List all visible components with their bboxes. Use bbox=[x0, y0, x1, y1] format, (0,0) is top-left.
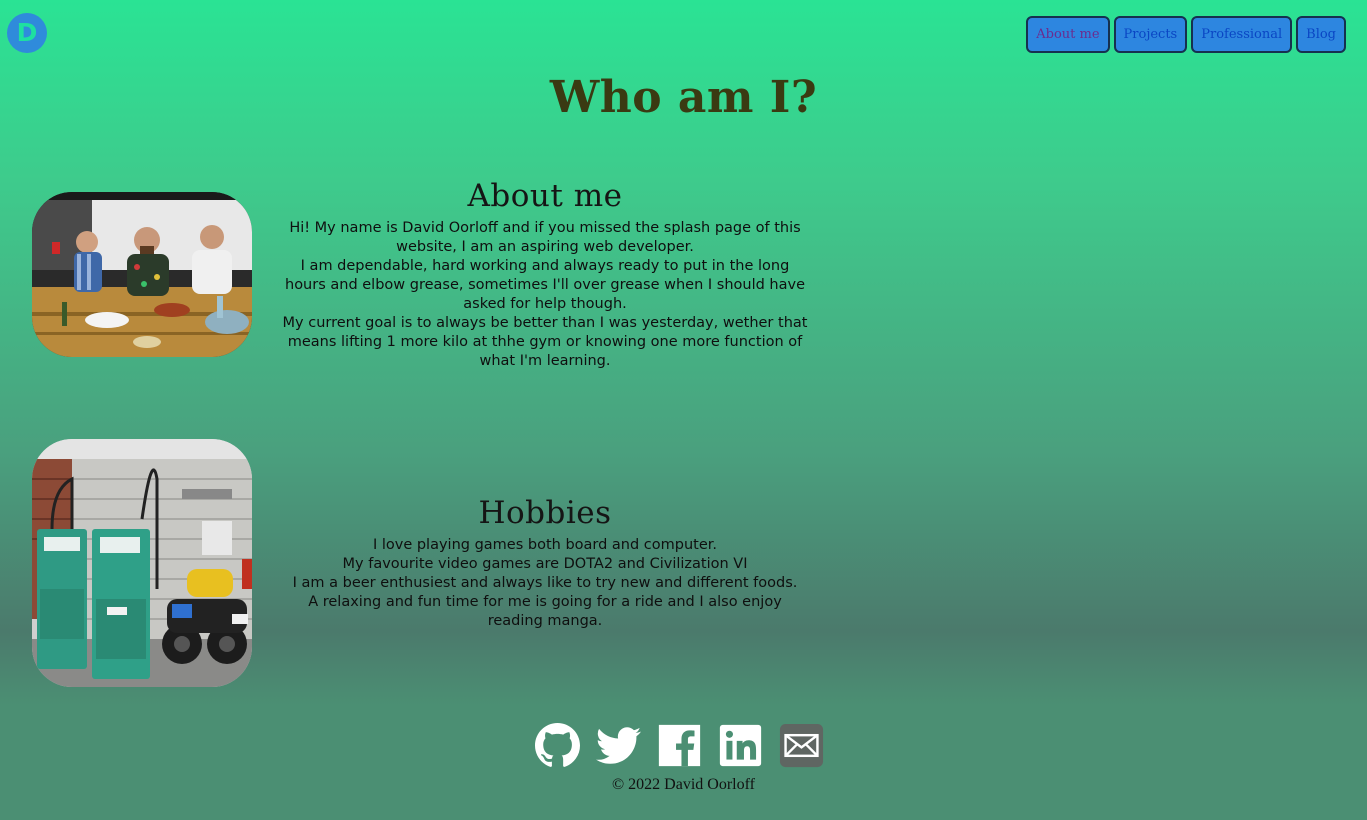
nav-blog-button[interactable]: Blog bbox=[1296, 16, 1346, 53]
hobbies-paragraph-2: My favourite video games are DOTA2 and C… bbox=[342, 556, 748, 572]
github-icon[interactable] bbox=[535, 723, 580, 768]
about-me-heading: About me bbox=[467, 178, 623, 214]
about-paragraph-1: Hi! My name is David Oorloff and if you … bbox=[289, 220, 801, 255]
social-links bbox=[535, 723, 824, 768]
about-paragraph-2: I am dependable, hard working and always… bbox=[285, 258, 805, 312]
copyright-text: © 2022 David Oorloff bbox=[612, 776, 755, 793]
nav-professional-button[interactable]: Professional bbox=[1191, 16, 1293, 53]
page-title: Who am I? bbox=[549, 72, 818, 123]
hobbies-heading: Hobbies bbox=[478, 495, 612, 531]
hobbies-section: Hobbies I love playing games both board … bbox=[280, 495, 810, 631]
linkedin-icon[interactable] bbox=[718, 723, 763, 768]
logo[interactable]: D bbox=[7, 13, 47, 53]
nav-projects-button[interactable]: Projects bbox=[1113, 16, 1188, 53]
hobbies-paragraph-3: I am a beer enthusiest and always like t… bbox=[292, 575, 798, 591]
twitter-icon[interactable] bbox=[596, 723, 641, 768]
friends-dinner-photo bbox=[32, 192, 252, 357]
nav-about-me-button[interactable]: About me bbox=[1026, 16, 1110, 53]
hobbies-paragraph-4: A relaxing and fun time for me is going … bbox=[308, 594, 782, 629]
main-nav: About me Projects Professional Blog bbox=[1026, 16, 1346, 53]
about-paragraph-3: My current goal is to always be better t… bbox=[282, 315, 808, 369]
hobbies-paragraph-1: I love playing games both board and comp… bbox=[372, 537, 718, 553]
email-icon[interactable] bbox=[779, 723, 824, 768]
facebook-icon[interactable] bbox=[657, 723, 702, 768]
about-me-section: About me Hi! My name is David Oorloff an… bbox=[280, 178, 810, 371]
motorbike-fuel-pumps-photo bbox=[32, 439, 252, 687]
